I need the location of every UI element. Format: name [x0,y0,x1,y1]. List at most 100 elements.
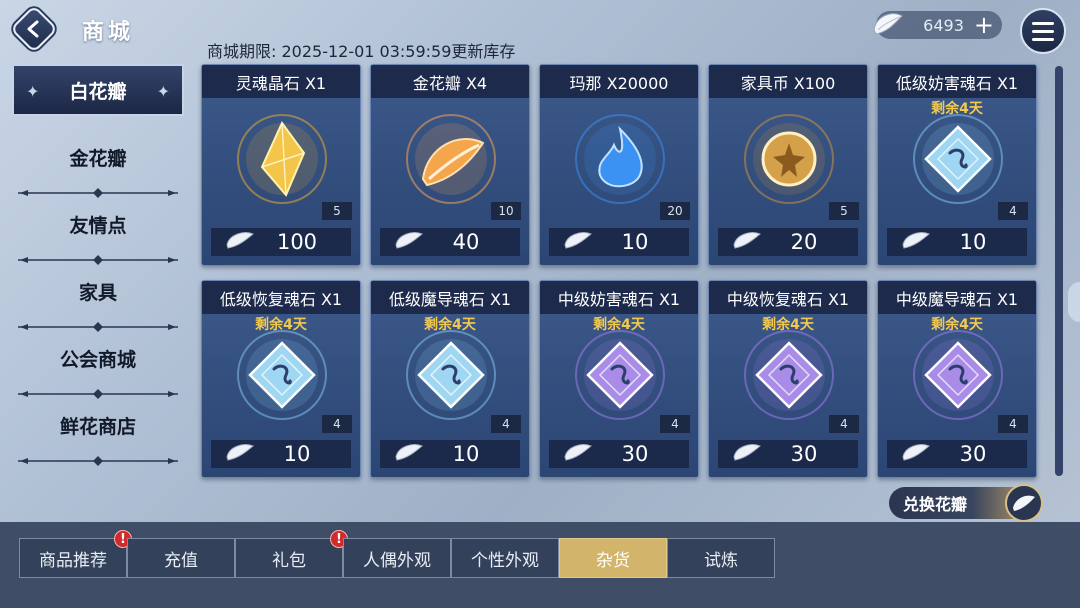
menu-button[interactable] [1020,8,1066,54]
shop-item-card[interactable]: 金花瓣 X4 10 40 [370,64,530,266]
back-frame [9,4,59,54]
sidebar-item-furniture[interactable]: 家具 [12,258,184,332]
purple-soulstone-icon [744,330,834,420]
menu-icon-bar [1032,37,1054,41]
item-price: 10 [380,440,520,468]
white-petal-icon [902,232,930,249]
bottom-tab-bar: 商品推荐! 充值 礼包! 人偶外观 个性外观 杂货 试炼 [0,522,1080,608]
shop-item-card[interactable]: 灵魂晶石 X1 5 100 [201,64,361,266]
sparkle-icon: ✦ [26,82,40,101]
item-stock: 4 [998,415,1028,433]
item-price-value: 10 [283,442,311,466]
item-name: 金花瓣 X4 [371,65,529,98]
white-petal-icon [226,444,254,461]
shop-item-card[interactable]: 玛那 X20000 20 10 [539,64,699,266]
tab-label: 充值 [164,550,198,571]
white-petal-icon [902,444,930,461]
scrollbar-thumb[interactable] [1055,66,1063,476]
back-button[interactable] [9,4,59,54]
item-name: 中级恢复魂石 X1 [709,281,867,314]
sidebar-item-white-petal[interactable]: ✦ 白花瓣 ✦ [12,64,184,116]
sidebar-item-label: 友情点 [69,215,127,237]
purple-soulstone-icon [913,330,1003,420]
sidebar-item-label: 鲜花商店 [59,416,136,438]
shop-item-card[interactable]: 低级恢复魂石 X1 剩余4天 4 10 [201,280,361,478]
white-petal-icon [733,444,761,461]
item-stock: 4 [829,415,859,433]
tab-2[interactable]: 礼包! [235,530,348,578]
tab-label: 商品推荐 [39,550,107,571]
back-arrow-icon [27,20,39,38]
item-price: 10 [549,228,689,256]
sparkle-icon: ✦ [156,82,170,101]
shop-item-card[interactable]: 低级魔导魂石 X1 剩余4天 4 10 [370,280,530,478]
item-name: 玛那 X20000 [540,65,698,98]
white-petal-icon [395,232,423,249]
item-stock: 5 [829,202,859,220]
item-stock: 10 [491,202,521,220]
sidebar-item-guild-shop[interactable]: 公会商城 [12,325,184,399]
item-price-value: 100 [276,230,318,254]
gold-crystal-icon [237,114,327,204]
tab-0[interactable]: 商品推荐! [19,530,132,578]
tab-5[interactable]: 杂货 [559,538,667,578]
shop-item-card[interactable]: 家具币 X100 5 20 [708,64,868,266]
item-price-value: 30 [621,442,649,466]
menu-icon-bar [1032,21,1054,25]
add-currency-button[interactable]: + [974,13,994,37]
sidebar-item-friendship[interactable]: 友情点 [12,191,184,265]
item-price: 30 [718,440,858,468]
divider [18,315,178,332]
item-stock: 4 [660,415,690,433]
shop-deadline-text: 商城期限: 2025-12-01 03:59:59更新库存 [207,42,516,61]
item-price-value: 20 [790,230,818,254]
white-petal-icon [564,444,592,461]
item-name: 家具币 X100 [709,65,867,98]
item-stock: 4 [322,415,352,433]
white-petal-icon [395,444,423,461]
item-name: 低级恢复魂石 X1 [202,281,360,314]
item-name: 低级妨害魂石 X1 [878,65,1036,98]
item-stock: 20 [660,202,690,220]
sidebar-item-label: 家具 [78,282,117,304]
tab-label: 人偶外观 [363,550,431,571]
purple-soulstone-icon [575,330,665,420]
exchange-petal-button[interactable]: 兑换花瓣 [889,484,1043,522]
currency-amount: 6493 [923,15,964,35]
category-sidebar: ✦ 白花瓣 ✦ 金花瓣 友情点 家具 公会商城 鲜花商店 [12,64,184,466]
page-title: 商城 [82,20,135,45]
item-name: 中级魔导魂石 X1 [878,281,1036,314]
shop-item-card[interactable]: 中级恢复魂石 X1 剩余4天 4 30 [708,280,868,478]
divider [18,449,178,466]
tab-4[interactable]: 个性外观 [451,538,559,578]
item-name: 低级魔导魂石 X1 [371,281,529,314]
mana-flame-icon [575,114,665,204]
menu-icon-bar [1032,29,1054,33]
currency-display: 6493 + [873,11,1002,39]
shop-item-card[interactable]: 中级妨害魂石 X1 剩余4天 4 30 [539,280,699,478]
tab-label: 个性外观 [471,550,539,571]
item-price-value: 30 [790,442,818,466]
tab-3[interactable]: 人偶外观 [343,538,451,578]
item-price: 30 [887,440,1027,468]
side-pull-tab[interactable] [1068,282,1080,322]
item-name: 灵魂晶石 X1 [202,65,360,98]
tab-label: 杂货 [596,550,630,571]
blue-soulstone-icon [406,330,496,420]
grid-scrollbar[interactable] [1055,66,1063,476]
divider [18,248,178,265]
tab-label: 试炼 [704,550,738,571]
sidebar-item-flower-shop[interactable]: 鲜花商店 [12,392,184,466]
item-price-value: 40 [452,230,480,254]
tab-6[interactable]: 试炼 [667,538,775,578]
white-petal-icon [733,232,761,249]
shop-item-card[interactable]: 中级魔导魂石 X1 剩余4天 4 30 [877,280,1037,478]
sidebar-item-gold-petal[interactable]: 金花瓣 [12,124,184,198]
shop-item-card[interactable]: 低级妨害魂石 X1 剩余4天 4 10 [877,64,1037,266]
item-price-value: 30 [959,442,987,466]
furniture-coin-icon [744,114,834,204]
tab-1[interactable]: 充值 [127,538,235,578]
white-petal-icon [564,232,592,249]
blue-soulstone-icon [913,114,1003,204]
item-price-value: 10 [621,230,649,254]
